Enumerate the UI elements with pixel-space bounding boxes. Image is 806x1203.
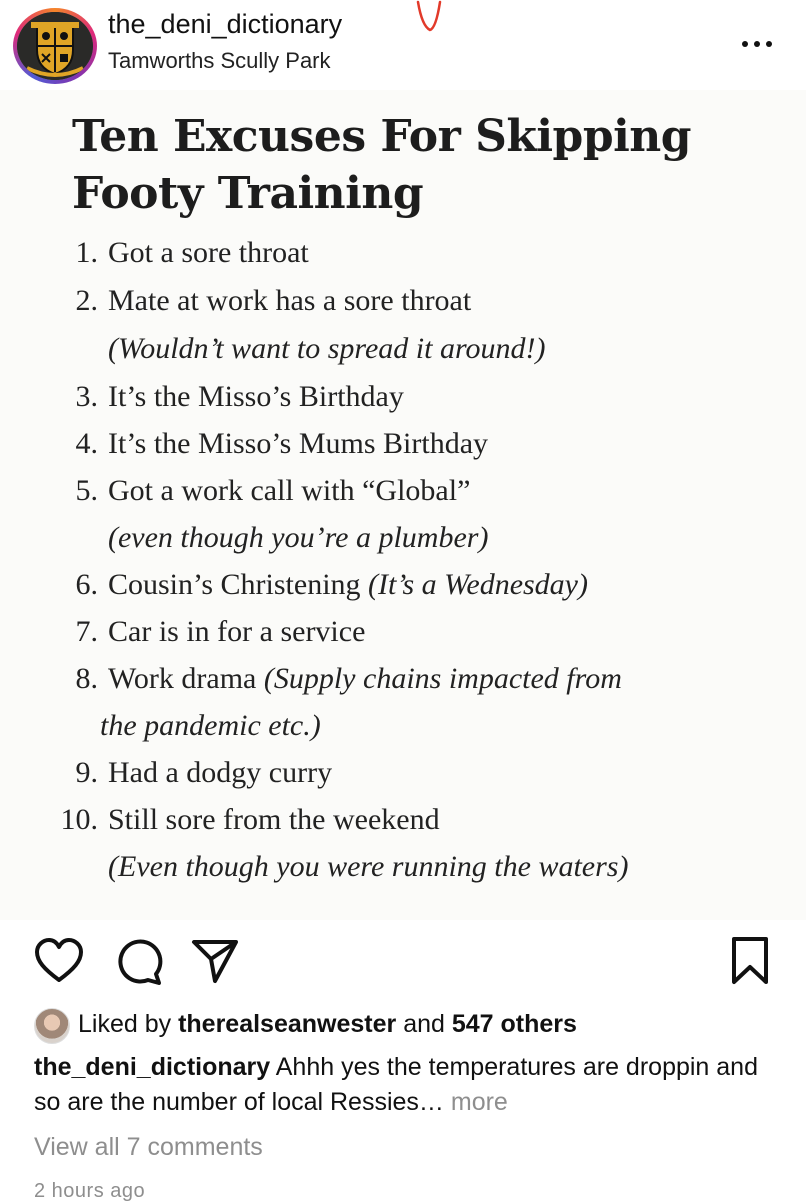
username[interactable]: the_deni_dictionary	[108, 9, 342, 40]
list-item: 8. Work drama (Supply chains impacted fro…	[75, 662, 622, 695]
club-crest-logo	[17, 12, 93, 80]
caption-username[interactable]: the_deni_dictionary	[34, 1053, 270, 1081]
list-item-note: (Wouldn’t want to spread it around!)	[108, 332, 546, 365]
likes-summary[interactable]: Liked by therealseanwester and 547 other…	[78, 1010, 577, 1039]
post-header: the_deni_dictionary Tamworths Scully Par…	[0, 0, 806, 90]
send-icon[interactable]	[190, 938, 240, 984]
heart-icon[interactable]	[34, 938, 84, 984]
list-item-note: (Even though you were running the waters…	[108, 850, 629, 883]
more-horizontal-icon[interactable]	[742, 38, 772, 50]
list-item: 7. Car is in for a service	[75, 615, 366, 648]
comment-icon[interactable]	[113, 936, 163, 986]
liker-avatar[interactable]	[34, 1008, 70, 1044]
caption: the_deni_dictionary Ahhh yes the tempera…	[34, 1050, 774, 1120]
list-item: 10. Still sore from the weekend	[60, 803, 440, 836]
list-item: 3. It’s the Misso’s Birthday	[75, 380, 404, 413]
post-title: Ten Excuses For Skipping Footy Training	[72, 111, 692, 219]
list-item-note: the pandemic etc.)	[100, 709, 321, 742]
red-ink-mark	[416, 0, 442, 32]
location-link[interactable]: Tamworths Scully Park	[108, 48, 331, 74]
list-item: 5. Got a work call with “Global”	[75, 474, 471, 507]
list-item: 6. Cousin’s Christening (It’s a Wednesday…	[75, 568, 589, 601]
post-actions	[0, 920, 806, 1005]
caption-more-link[interactable]: more	[444, 1088, 508, 1116]
bookmark-icon[interactable]	[730, 936, 770, 986]
list-item: 4. It’s the Misso’s Mums Birthday	[75, 427, 489, 460]
list-item: 1. Got a sore throat	[75, 236, 309, 269]
list-item: 2. Mate at work has a sore throat	[75, 284, 472, 317]
list-item-note: (even though you’re a plumber)	[108, 521, 489, 554]
view-comments-link[interactable]: View all 7 comments	[34, 1133, 263, 1162]
likes-count[interactable]: 547 others	[452, 1010, 577, 1038]
list-item: 9. Had a dodgy curry	[75, 756, 333, 789]
post-image[interactable]: Ten Excuses For Skipping Footy Training …	[0, 90, 806, 920]
liker-username[interactable]: therealseanwester	[178, 1010, 396, 1038]
avatar-story-ring[interactable]	[13, 8, 97, 84]
